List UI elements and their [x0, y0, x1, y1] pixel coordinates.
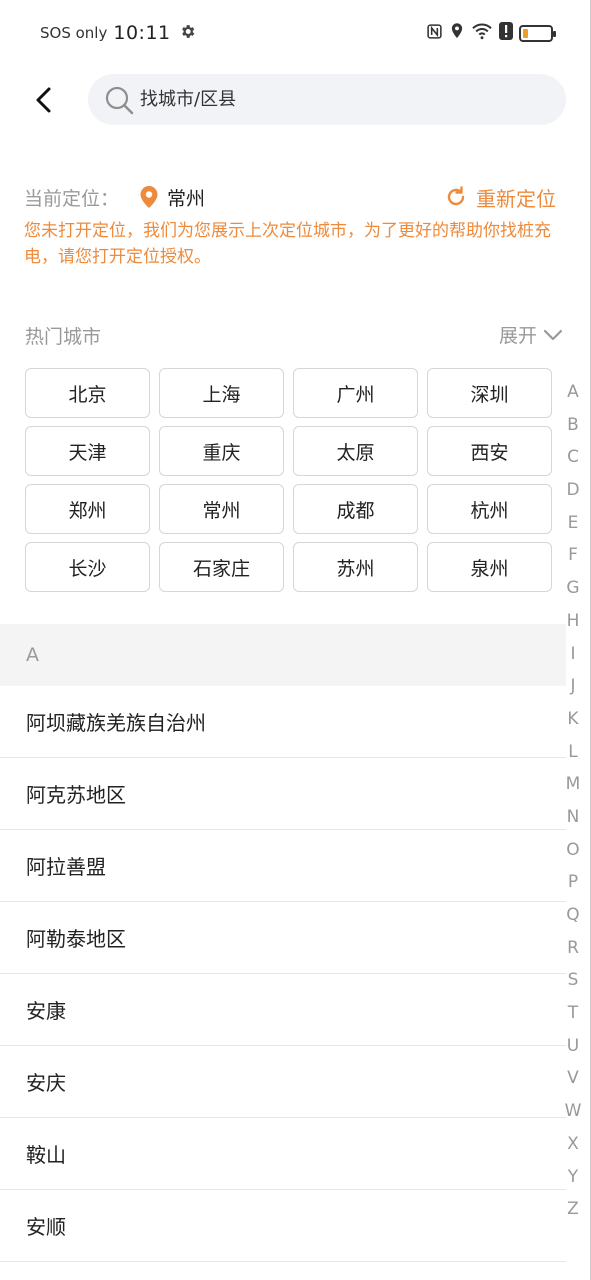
battery-level [523, 28, 528, 38]
list-item[interactable]: 阿勒泰地区 [0, 902, 566, 974]
hot-city-button[interactable]: 北京 [25, 368, 150, 418]
chevron-down-icon [543, 329, 563, 340]
index-letter-s[interactable]: S [561, 964, 585, 997]
status-bar-right [426, 20, 556, 46]
search-bar[interactable] [88, 74, 566, 125]
index-letter-u[interactable]: U [561, 1030, 585, 1063]
hot-city-button[interactable]: 西安 [427, 426, 552, 476]
list-item[interactable]: 安庆 [0, 1046, 566, 1118]
hot-city-button[interactable]: 石家庄 [159, 542, 284, 592]
section-header-a: A [0, 624, 566, 686]
index-letter-b[interactable]: B [561, 409, 585, 442]
hot-city-button[interactable]: 上海 [159, 368, 284, 418]
expand-label: 展开 [498, 325, 537, 347]
city-picker-screen: SOS only 10:11 找城市/区县 当前定位： 常州 重新定位 您未打开… [0, 0, 591, 1280]
search-input[interactable] [140, 89, 540, 110]
hot-city-button[interactable]: 长沙 [25, 542, 150, 592]
nfc-icon [426, 23, 443, 44]
index-letter-f[interactable]: F [561, 539, 585, 572]
hot-city-button[interactable]: 杭州 [427, 484, 552, 534]
hot-city-button[interactable]: 苏州 [293, 542, 418, 592]
search-icon [105, 86, 134, 114]
city-list: 阿坝藏族羌族自治州 阿克苏地区 阿拉善盟 阿勒泰地区 安康 安庆 鞍山 安顺 [0, 686, 566, 1262]
index-letter-q[interactable]: Q [561, 899, 585, 932]
hot-city-button[interactable]: 广州 [293, 368, 418, 418]
location-status-icon [449, 22, 465, 44]
index-letter-t[interactable]: T [561, 997, 585, 1030]
index-letter-m[interactable]: M [561, 768, 585, 801]
hot-city-button[interactable]: 太原 [293, 426, 418, 476]
index-letter-y[interactable]: Y [561, 1161, 585, 1194]
hot-cities-title: 热门城市 [25, 326, 102, 348]
wifi-icon [471, 22, 493, 44]
index-letter-a[interactable]: A [561, 376, 585, 409]
relocate-label: 重新定位 [476, 186, 556, 211]
current-location-row: 当前定位： 常州 重新定位 [24, 182, 556, 212]
location-pin-icon [139, 185, 159, 209]
hot-cities-grid: 北京 上海 广州 深圳 天津 重庆 太原 西安 郑州 常州 成都 杭州 长沙 石… [25, 368, 552, 592]
index-letter-v[interactable]: V [561, 1062, 585, 1095]
index-letter-n[interactable]: N [561, 801, 585, 834]
index-letter-j[interactable]: J [561, 670, 585, 703]
back-arrow-icon [36, 87, 51, 113]
current-city[interactable]: 常州 [167, 184, 205, 211]
index-letter-r[interactable]: R [561, 932, 585, 965]
list-item[interactable]: 阿坝藏族羌族自治州 [0, 686, 566, 758]
hot-city-button[interactable]: 常州 [159, 484, 284, 534]
hot-city-button[interactable]: 泉州 [427, 542, 552, 592]
status-bar: SOS only 10:11 [0, 0, 591, 66]
hot-city-button[interactable]: 天津 [25, 426, 150, 476]
index-letter-p[interactable]: P [561, 866, 585, 899]
hot-city-button[interactable]: 重庆 [159, 426, 284, 476]
index-letter-e[interactable]: E [561, 507, 585, 540]
refresh-icon [447, 186, 465, 206]
index-letter-l[interactable]: L [561, 736, 585, 769]
index-letter-i[interactable]: I [561, 638, 585, 671]
list-item[interactable]: 安顺 [0, 1190, 566, 1262]
index-letter-o[interactable]: O [561, 834, 585, 867]
gear-icon [179, 23, 196, 44]
expand-button[interactable]: 展开 [499, 321, 563, 348]
alert-icon [499, 22, 513, 44]
list-item[interactable]: 鞍山 [0, 1118, 566, 1190]
index-letter-w[interactable]: W [561, 1095, 585, 1128]
clock: 10:11 [113, 22, 171, 44]
back-button[interactable] [22, 78, 66, 122]
index-letter-c[interactable]: C [561, 441, 585, 474]
index-letter-d[interactable]: D [561, 474, 585, 507]
status-bar-left: SOS only 10:11 [40, 20, 196, 46]
index-letter-k[interactable]: K [561, 703, 585, 736]
index-letter-z[interactable]: Z [561, 1193, 585, 1226]
alphabet-index[interactable]: A B C D E F G H I J K L M N O P Q R S T … [561, 376, 585, 1226]
index-letter-x[interactable]: X [561, 1128, 585, 1161]
current-location-label: 当前定位： [24, 187, 120, 210]
index-letter-g[interactable]: G [561, 572, 585, 605]
battery-icon [519, 24, 556, 42]
hot-city-button[interactable]: 成都 [293, 484, 418, 534]
carrier-label: SOS only [40, 24, 108, 42]
hot-city-button[interactable]: 深圳 [427, 368, 552, 418]
list-item[interactable]: 安康 [0, 974, 566, 1046]
hot-city-button[interactable]: 郑州 [25, 484, 150, 534]
list-item[interactable]: 阿拉善盟 [0, 830, 566, 902]
list-item[interactable]: 阿克苏地区 [0, 758, 566, 830]
location-permission-notice: 您未打开定位，我们为您展示上次定位城市，为了更好的帮助你找桩充电，请您打开定位授… [24, 221, 551, 267]
relocate-button[interactable]: 重新定位 [444, 182, 556, 212]
index-letter-h[interactable]: H [561, 605, 585, 638]
